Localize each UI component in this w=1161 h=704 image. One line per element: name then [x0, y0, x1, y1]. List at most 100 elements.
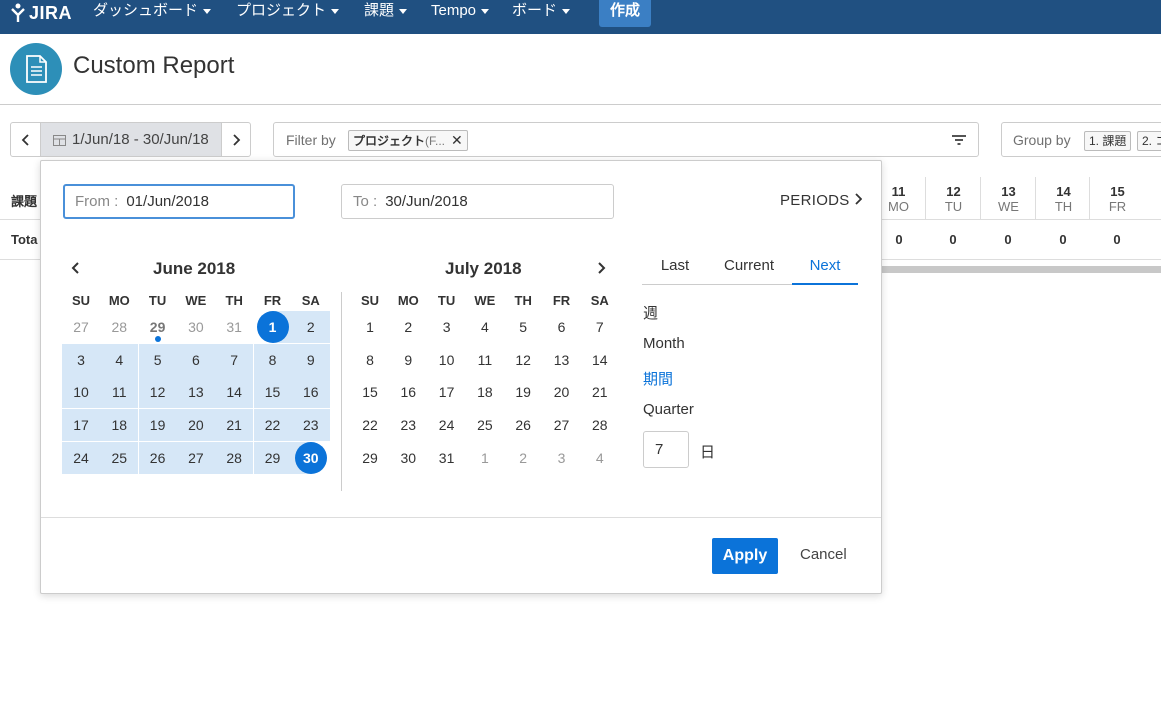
- calendar-day[interactable]: 28: [581, 409, 619, 441]
- calendar-day[interactable]: 14: [215, 376, 254, 408]
- calendar-day[interactable]: 6: [543, 311, 581, 343]
- calendar-day[interactable]: 11: [100, 376, 139, 408]
- close-icon[interactable]: ✕: [451, 132, 463, 148]
- calendar-day[interactable]: 21: [215, 409, 254, 441]
- period-option-quarter[interactable]: Quarter: [643, 401, 694, 418]
- tab-next[interactable]: Next: [792, 257, 858, 285]
- calendar-day[interactable]: 26: [138, 442, 177, 474]
- calendar-day[interactable]: 21: [581, 376, 619, 408]
- filter-field[interactable]: Filter by プロジェクト(F... ✕: [273, 122, 979, 157]
- calendar-day[interactable]: 30: [292, 442, 330, 474]
- calendar-day[interactable]: 25: [466, 409, 504, 441]
- calendar-day[interactable]: 2: [291, 311, 330, 343]
- calendar-day[interactable]: 9: [291, 344, 330, 376]
- nav-issues-menu[interactable]: 課題: [364, 0, 408, 22]
- calendar-day[interactable]: 1: [466, 442, 504, 474]
- calendar-day[interactable]: 2: [504, 442, 542, 474]
- calendar-day[interactable]: 22: [253, 409, 292, 441]
- calendar-day[interactable]: 30: [177, 311, 215, 343]
- calendar-day[interactable]: 22: [351, 409, 389, 441]
- tab-current[interactable]: Current: [718, 257, 780, 285]
- next-month-button[interactable]: [596, 261, 606, 275]
- calendar-day[interactable]: 26: [504, 409, 542, 441]
- calendar-day[interactable]: 4: [100, 344, 139, 376]
- calendar-day[interactable]: 9: [389, 344, 427, 376]
- apply-button[interactable]: Apply: [712, 538, 778, 574]
- calendar-day[interactable]: 8: [253, 344, 292, 376]
- calendar-day[interactable]: 5: [138, 344, 177, 376]
- filter-chip-project[interactable]: プロジェクト(F... ✕: [348, 130, 468, 151]
- next-range-button[interactable]: [221, 123, 250, 156]
- calendar-day[interactable]: 3: [62, 344, 100, 376]
- calendar-day[interactable]: 25: [100, 442, 139, 474]
- calendar-day[interactable]: 4: [581, 442, 619, 474]
- to-date-input[interactable]: To : 30/Jun/2018: [341, 184, 614, 219]
- calendar-day[interactable]: 2: [389, 311, 427, 343]
- calendar-day[interactable]: 15: [253, 376, 292, 408]
- cancel-button[interactable]: Cancel: [800, 546, 847, 563]
- calendar-day[interactable]: 29: [139, 311, 177, 343]
- calendar-day[interactable]: 20: [543, 376, 581, 408]
- period-option-period[interactable]: 期間: [643, 368, 673, 389]
- calendar-day[interactable]: 19: [138, 409, 177, 441]
- period-option-month[interactable]: Month: [643, 335, 685, 352]
- calendar-day[interactable]: 31: [428, 442, 466, 474]
- calendar-day[interactable]: 28: [215, 442, 254, 474]
- filter-icon[interactable]: [952, 134, 966, 146]
- calendar-day[interactable]: 8: [351, 344, 389, 376]
- calendar-day[interactable]: 16: [389, 376, 427, 408]
- calendar-day[interactable]: 30: [389, 442, 427, 474]
- calendar-day[interactable]: 3: [543, 442, 581, 474]
- calendar-day[interactable]: 27: [543, 409, 581, 441]
- horizontal-scrollbar[interactable]: [881, 266, 1161, 273]
- calendar-day[interactable]: 24: [428, 409, 466, 441]
- calendar-day[interactable]: 23: [389, 409, 427, 441]
- calendar-day[interactable]: 31: [215, 311, 253, 343]
- previous-month-button[interactable]: [71, 261, 81, 275]
- calendar-day[interactable]: 11: [466, 344, 504, 376]
- calendar-day[interactable]: 12: [138, 376, 177, 408]
- calendar-day[interactable]: 10: [428, 344, 466, 376]
- calendar-day[interactable]: 24: [62, 442, 100, 474]
- group-chip-2[interactable]: 2. コ: [1137, 131, 1161, 151]
- calendar-day[interactable]: 29: [351, 442, 389, 474]
- calendar-day[interactable]: 6: [176, 344, 215, 376]
- calendar-day[interactable]: 23: [291, 409, 330, 441]
- calendar-day[interactable]: 7: [581, 311, 619, 343]
- calendar-day[interactable]: 10: [62, 376, 100, 408]
- calendar-day[interactable]: 28: [100, 311, 138, 343]
- calendar-day[interactable]: 17: [62, 409, 100, 441]
- calendar-day[interactable]: 29: [253, 442, 292, 474]
- calendar-day[interactable]: 16: [291, 376, 330, 408]
- nav-dashboards-menu[interactable]: ダッシュボード: [93, 0, 212, 22]
- from-date-input[interactable]: From : 01/Jun/2018: [63, 184, 295, 219]
- jira-logo[interactable]: JIRA: [10, 2, 72, 24]
- calendar-day[interactable]: 18: [466, 376, 504, 408]
- nav-projects-menu[interactable]: プロジェクト: [236, 0, 340, 22]
- calendar-day[interactable]: 1: [254, 311, 292, 343]
- calendar-day[interactable]: 18: [100, 409, 139, 441]
- calendar-day[interactable]: 19: [504, 376, 542, 408]
- group-chip-1[interactable]: 1. 課題: [1084, 131, 1132, 151]
- periods-button[interactable]: PERIODS: [780, 192, 862, 209]
- calendar-day[interactable]: 27: [62, 311, 100, 343]
- calendar-day[interactable]: 20: [176, 409, 215, 441]
- group-by-field[interactable]: Group by 1. 課題 2. コ: [1001, 122, 1161, 157]
- tab-last[interactable]: Last: [649, 257, 701, 285]
- calendar-day[interactable]: 12: [504, 344, 542, 376]
- calendar-day[interactable]: 4: [466, 311, 504, 343]
- calendar-day[interactable]: 13: [543, 344, 581, 376]
- calendar-day[interactable]: 17: [428, 376, 466, 408]
- calendar-day[interactable]: 27: [176, 442, 215, 474]
- calendar-day[interactable]: 15: [351, 376, 389, 408]
- create-button[interactable]: 作成: [599, 0, 651, 27]
- calendar-day[interactable]: 5: [504, 311, 542, 343]
- period-days-input[interactable]: 7: [643, 431, 689, 468]
- nav-tempo-menu[interactable]: Tempo: [431, 0, 490, 22]
- nav-boards-menu[interactable]: ボード: [512, 0, 571, 22]
- date-range-button[interactable]: 1/Jun/18 - 30/Jun/18: [41, 123, 222, 156]
- calendar-day[interactable]: 1: [351, 311, 389, 343]
- calendar-day[interactable]: 14: [581, 344, 619, 376]
- calendar-day[interactable]: 3: [428, 311, 466, 343]
- period-option-week[interactable]: 週: [643, 302, 658, 323]
